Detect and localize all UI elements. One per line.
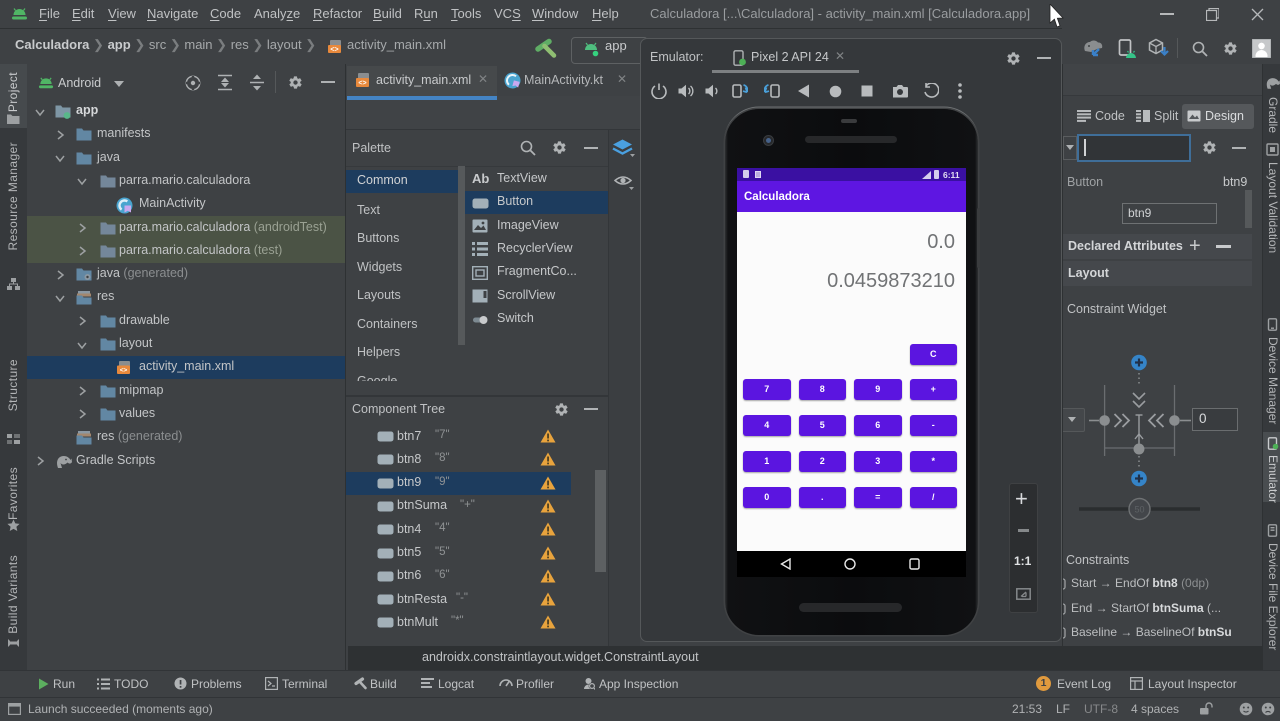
svg-text:50: 50 bbox=[1134, 505, 1144, 515]
svg-text:<>: <> bbox=[358, 80, 366, 87]
svg-text:<>: <> bbox=[330, 47, 338, 54]
svg-text:<>: <> bbox=[120, 367, 128, 374]
